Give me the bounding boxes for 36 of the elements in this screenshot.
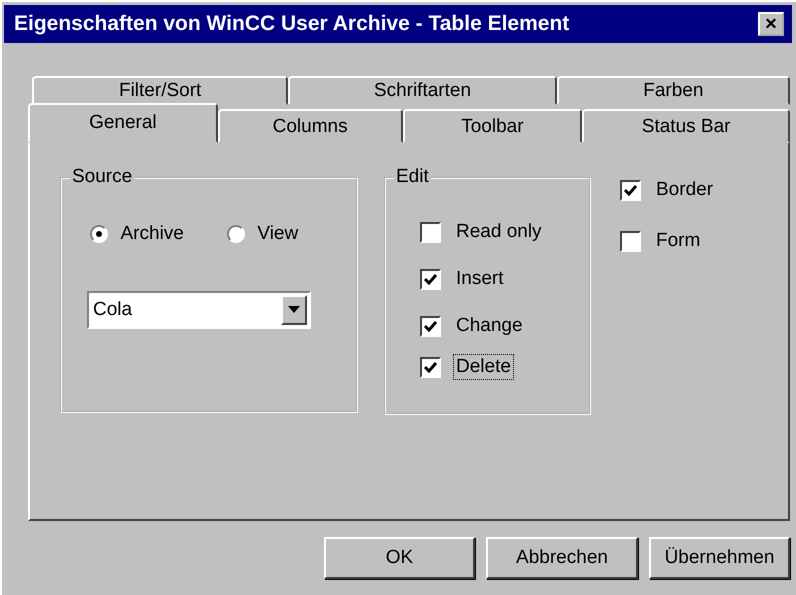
window-title: Eigenschaften von WinCC User Archive - Table Element (14, 11, 570, 38)
checkbox[interactable] (620, 230, 641, 252)
checkbox-label[interactable]: Read only (453, 219, 545, 245)
dropdown-value: Cola (93, 298, 132, 322)
close-button[interactable]: × (758, 12, 784, 36)
checkbox[interactable] (420, 316, 441, 336)
radio-button[interactable] (226, 225, 245, 243)
option-label[interactable]: View (254, 221, 302, 247)
dropdown-button[interactable] (281, 295, 307, 325)
check-icon (624, 184, 637, 196)
tab[interactable]: Farben (556, 76, 790, 105)
dropdown[interactable]: Cola (87, 291, 311, 329)
tab[interactable]: Filter/Sort (32, 76, 288, 105)
check-icon (424, 320, 437, 332)
option-label[interactable]: Archive (118, 221, 187, 247)
checkbox-label[interactable]: Change (453, 313, 526, 339)
tab[interactable]: General (28, 103, 218, 143)
checkbox-label[interactable]: Form (653, 228, 704, 254)
dialog-button[interactable]: OK (324, 537, 475, 579)
tab[interactable]: Schriftarten (288, 76, 557, 105)
checkbox-label[interactable]: Delete (453, 354, 514, 380)
caret-icon (288, 306, 300, 314)
checkbox[interactable] (420, 356, 441, 378)
checkbox-label[interactable]: Border (653, 177, 716, 203)
checkbox-label[interactable]: Insert (453, 266, 507, 292)
check-icon (424, 362, 437, 372)
dialog-button[interactable]: Abbrechen (486, 537, 638, 579)
dialog-button[interactable]: Übernehmen (649, 537, 790, 579)
checkbox[interactable] (620, 180, 641, 200)
checkbox[interactable] (420, 222, 441, 242)
tab[interactable]: Columns (218, 109, 402, 143)
radio-button[interactable] (90, 225, 108, 243)
checkbox[interactable] (420, 268, 441, 290)
check-icon (424, 274, 437, 284)
tab[interactable]: Toolbar (402, 109, 582, 143)
tab[interactable]: Status Bar (582, 109, 790, 143)
